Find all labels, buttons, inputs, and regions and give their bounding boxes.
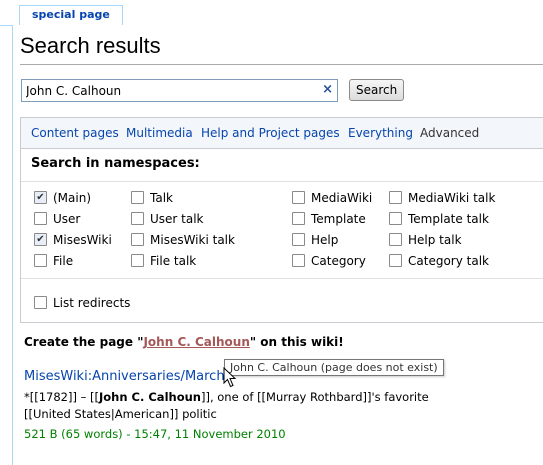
type-content-pages[interactable]: Content pages: [31, 126, 119, 140]
tab-bar: special page: [0, 0, 543, 27]
tab-special-page[interactable]: special page: [19, 5, 123, 27]
search-box: ×: [21, 79, 338, 102]
namespaces-heading: Search in namespaces:: [31, 156, 200, 171]
content-area: Search results × Search Content pages Mu…: [12, 25, 543, 465]
label-user-talk: User talk: [150, 212, 204, 226]
label-user: User: [53, 212, 81, 226]
checkbox-miseswiki-talk[interactable]: [131, 233, 144, 246]
label-file-talk: File talk: [150, 254, 197, 268]
checkbox-user[interactable]: [34, 212, 47, 225]
label-help: Help: [311, 233, 339, 247]
snippet-highlight: John C. Calhoun: [99, 390, 201, 404]
checkbox-list-redirects[interactable]: [34, 296, 47, 309]
checkbox-mediawiki[interactable]: [292, 191, 305, 204]
redirects-divider: [21, 278, 543, 279]
type-multimedia[interactable]: Multimedia: [126, 126, 193, 140]
checkbox-category[interactable]: [292, 254, 305, 267]
page-title: Search results: [20, 33, 161, 58]
link-tooltip: John C. Calhoun (page does not exist): [224, 359, 444, 376]
result-meta: 521 B (65 words) - 15:47, 11 November 20…: [24, 427, 286, 441]
checkbox-category-talk[interactable]: [389, 254, 402, 267]
label-list-redirects: List redirects: [53, 296, 131, 310]
label-template-talk: Template talk: [408, 212, 489, 226]
label-template: Template: [311, 212, 366, 226]
search-input[interactable]: [26, 80, 316, 101]
label-miseswiki: MisesWiki: [53, 233, 112, 247]
type-advanced: Advanced: [420, 126, 480, 140]
checkbox-help[interactable]: [292, 233, 305, 246]
label-file: File: [53, 254, 74, 268]
search-button[interactable]: Search: [349, 79, 405, 101]
checkbox-main[interactable]: ✔: [34, 191, 47, 204]
checkbox-template[interactable]: [292, 212, 305, 225]
checkbox-talk[interactable]: [131, 191, 144, 204]
type-everything[interactable]: Everything: [348, 126, 413, 140]
title-divider: [20, 64, 543, 65]
snippet-part-1: *[[1782]] – [[: [24, 390, 99, 404]
label-category: Category: [311, 254, 366, 268]
checkbox-template-talk[interactable]: [389, 212, 402, 225]
checkbox-help-talk[interactable]: [389, 233, 402, 246]
label-help-talk: Help talk: [408, 233, 462, 247]
create-page-link[interactable]: John C. Calhoun: [143, 335, 249, 349]
checkbox-user-talk[interactable]: [131, 212, 144, 225]
search-options-panel: Content pages Multimedia Help and Projec…: [20, 117, 543, 323]
label-mediawiki-talk: MediaWiki talk: [408, 191, 496, 205]
result-title-link[interactable]: MisesWiki:Anniversaries/March: [24, 369, 225, 384]
namespaces-divider: [21, 181, 543, 182]
checkbox-mediawiki-talk[interactable]: [389, 191, 402, 204]
checkbox-file-talk[interactable]: [131, 254, 144, 267]
type-help-project[interactable]: Help and Project pages: [201, 126, 340, 140]
create-page-notice: Create the page "John C. Calhoun" on thi…: [24, 335, 344, 349]
label-main: (Main): [53, 191, 92, 205]
result-snippet: *[[1782]] – [[John C. Calhoun]], one of …: [24, 389, 444, 423]
search-types-bar: Content pages Multimedia Help and Projec…: [21, 118, 543, 149]
label-mediawiki: MediaWiki: [311, 191, 373, 205]
clear-icon[interactable]: ×: [322, 82, 333, 97]
checkbox-file[interactable]: [34, 254, 47, 267]
create-suffix: " on this wiki!: [249, 335, 344, 349]
checkbox-miseswiki[interactable]: ✔: [34, 233, 47, 246]
label-category-talk: Category talk: [408, 254, 489, 268]
label-miseswiki-talk: MisesWiki talk: [150, 233, 235, 247]
create-prefix: Create the page ": [24, 335, 144, 349]
mouse-cursor-icon: [223, 367, 237, 388]
label-talk: Talk: [150, 191, 173, 205]
